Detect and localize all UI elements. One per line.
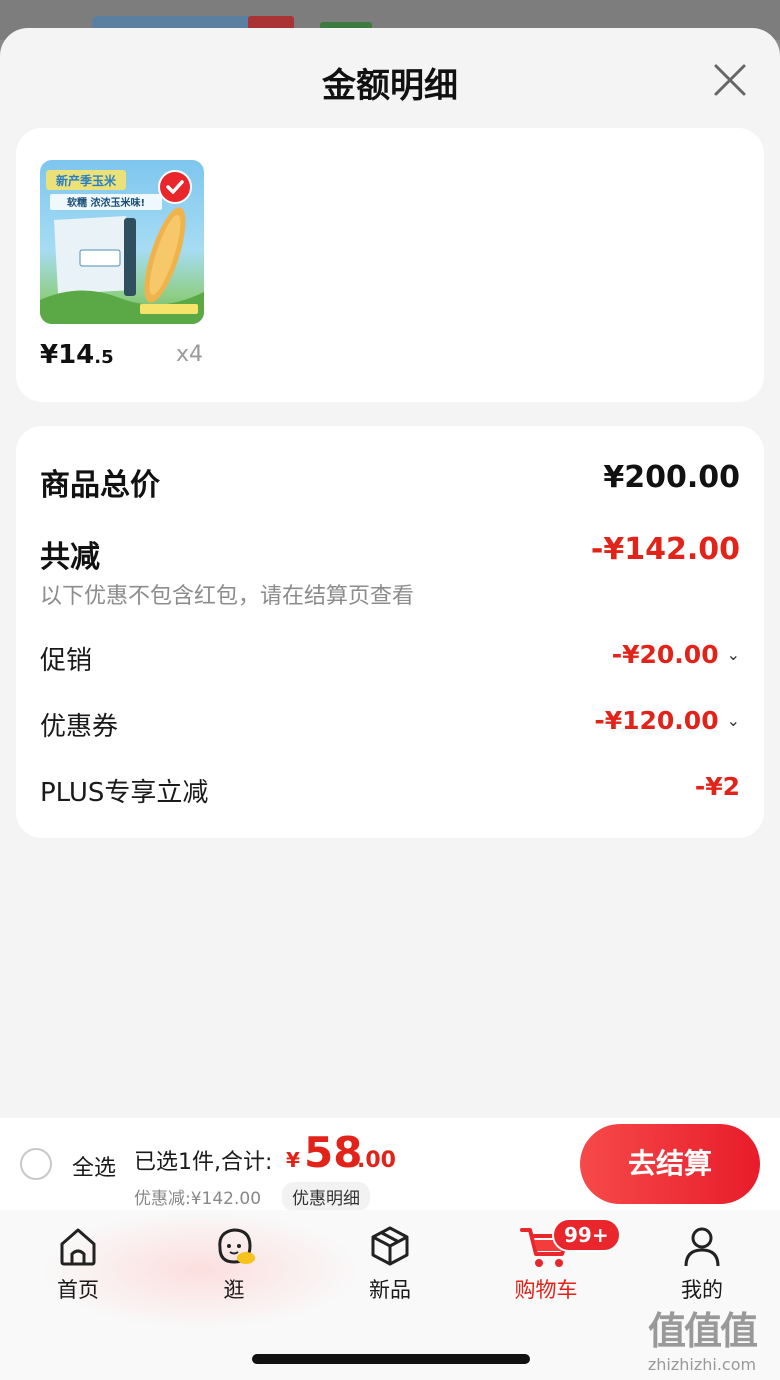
total-amount-int: 58 [304, 1128, 363, 1177]
cart-count-badge: 99+ [552, 1218, 621, 1252]
product-image-title: 新产季玉米 [56, 173, 117, 188]
check-icon [166, 180, 184, 194]
selected-count-text: 已选1件,合计: [134, 1150, 273, 1175]
reduce-note: 以下优惠不包含红包，请在结算页查看 [40, 584, 415, 609]
total-price-value: ¥200.00 [603, 460, 740, 495]
product-price-int: ¥14 [40, 340, 95, 370]
price-summary-card: 商品总价 ¥200.00 共减 -¥142.00 以下优惠不包含红包，请在结算页… [16, 426, 764, 838]
total-currency: ¥ [286, 1148, 300, 1172]
home-indicator[interactable] [252, 1354, 530, 1364]
product-image-subtitle: 软糯 浓浓玉米味! [67, 196, 145, 209]
watermark-logo: 值值值 [647, 1309, 758, 1353]
tab-home-label: 首页 [57, 1278, 99, 1302]
total-reduce-label: 共减 [40, 540, 100, 575]
selected-check-badge [158, 170, 192, 204]
select-all-radio[interactable] [20, 1148, 52, 1180]
product-image[interactable]: 新产季玉米 软糯 浓浓玉米味! [40, 160, 204, 324]
watermark: 值值值 zhizhizhi.com [632, 1300, 772, 1374]
select-all-label[interactable]: 全选 [72, 1150, 116, 1182]
tab-new-label: 新品 [369, 1278, 411, 1302]
product-price: ¥14.5 [40, 340, 114, 370]
browse-icon [218, 1228, 255, 1264]
watermark-url: zhizhizhi.com [647, 1355, 757, 1374]
plus-discount-label: PLUS专享立减 [40, 778, 209, 808]
discount-detail-link[interactable]: 优惠明细 [282, 1182, 370, 1211]
coupon-value: -¥120.00 [594, 706, 719, 735]
product-quantity: x4 [176, 342, 204, 367]
coupon-label: 优惠券 [40, 712, 119, 742]
tab-profile[interactable]: 我的 [642, 1222, 762, 1304]
promotion-value: -¥20.00 [611, 640, 719, 669]
close-button[interactable] [710, 60, 750, 100]
tab-cart-label: 购物车 [514, 1278, 578, 1302]
tab-new[interactable]: 新品 [330, 1222, 450, 1304]
total-price-label: 商品总价 [40, 468, 160, 503]
tab-browse[interactable]: 逛 [174, 1222, 294, 1304]
chevron-down-icon[interactable]: ⌄ [727, 711, 740, 730]
tab-home[interactable]: 首页 [18, 1222, 138, 1304]
checkout-button[interactable]: 去结算 [580, 1124, 760, 1204]
tab-browse-label: 逛 [223, 1278, 245, 1302]
chevron-down-icon[interactable]: ⌄ [727, 645, 740, 664]
checkout-bar: 全选 已选1件,合计: ¥ 58 .00 优惠减:¥142.00 优惠明细 去结… [0, 1118, 780, 1211]
close-icon [714, 64, 746, 96]
product-price-dec: .5 [94, 347, 114, 368]
total-reduce-value: -¥142.00 [590, 532, 740, 567]
product-card: 新产季玉米 软糯 浓浓玉米味! ¥14.5 x4 [16, 128, 764, 402]
promotion-label: 促销 [40, 646, 93, 676]
discount-note: 优惠减:¥142.00 [134, 1189, 262, 1209]
home-icon [60, 1228, 96, 1266]
total-amount-dec: .00 [357, 1148, 396, 1173]
sheet-title: 金额明细 [322, 66, 458, 106]
cube-icon [371, 1226, 409, 1266]
plus-discount-value: -¥2 [694, 772, 740, 801]
profile-icon [684, 1227, 720, 1267]
